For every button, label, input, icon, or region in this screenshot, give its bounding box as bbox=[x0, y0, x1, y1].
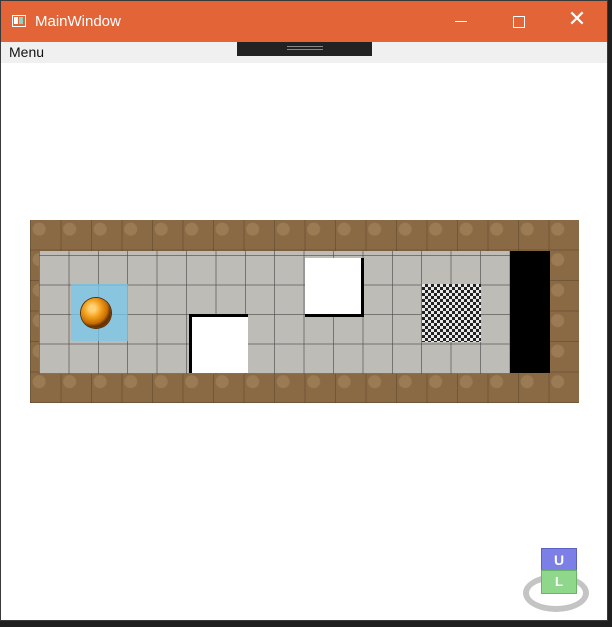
maximize-button[interactable] bbox=[495, 1, 541, 42]
background-edge bbox=[608, 0, 612, 627]
minimize-button[interactable] bbox=[438, 1, 484, 42]
menu-item-menu[interactable]: Menu bbox=[9, 44, 44, 60]
close-button[interactable]: ✕ bbox=[554, 1, 600, 42]
window-title: MainWindow bbox=[35, 13, 121, 30]
title-bar[interactable]: MainWindow ✕ bbox=[1, 1, 607, 42]
view-cube[interactable]: U L bbox=[521, 546, 595, 618]
game-viewport[interactable]: U L bbox=[1, 63, 607, 620]
minimize-icon bbox=[455, 21, 467, 22]
maze-hole bbox=[189, 314, 248, 373]
view-cube-top-face[interactable]: U bbox=[541, 548, 577, 572]
panel-drag-handle[interactable] bbox=[237, 42, 372, 56]
maximize-icon bbox=[513, 16, 525, 28]
close-icon: ✕ bbox=[567, 6, 587, 31]
view-cube-front-face[interactable]: L bbox=[541, 570, 577, 594]
app-window-icon bbox=[12, 15, 26, 27]
ball-icon[interactable] bbox=[81, 298, 111, 328]
goal-tile bbox=[422, 284, 481, 342]
main-window: MainWindow ✕ Menu U L bbox=[0, 0, 608, 621]
maze-hole bbox=[305, 258, 364, 317]
